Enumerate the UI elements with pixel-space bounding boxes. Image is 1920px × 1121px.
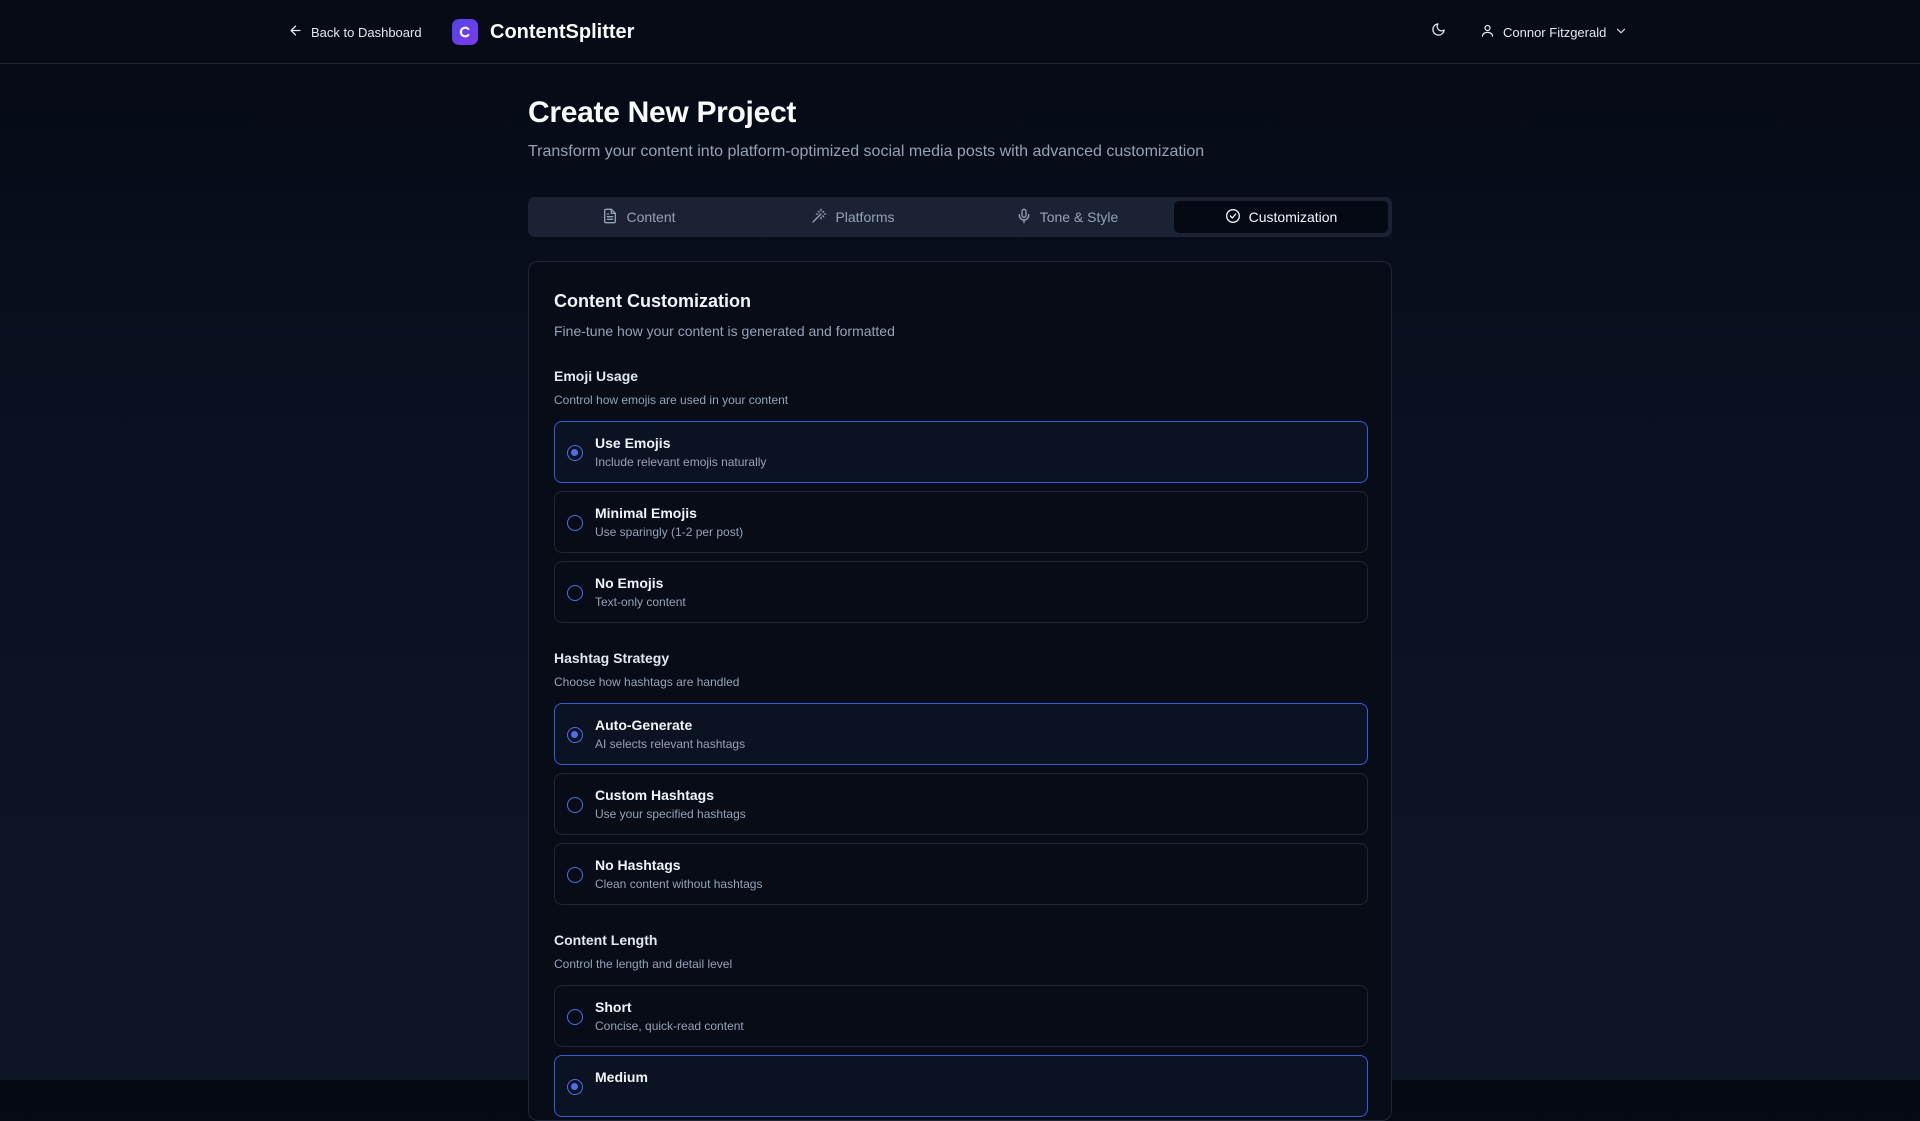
option-label: No Emojis xyxy=(595,575,664,591)
option-no-hashtags[interactable]: No Hashtags Clean content without hashta… xyxy=(554,843,1368,905)
tab-platforms-label: Platforms xyxy=(835,209,895,225)
moon-icon xyxy=(1431,22,1446,42)
option-description: Text-only content xyxy=(595,595,686,609)
radio-button[interactable] xyxy=(567,727,583,743)
option-description: Concise, quick-read content xyxy=(595,1019,744,1033)
option-label: Short xyxy=(595,999,632,1015)
tab-tone-style-label: Tone & Style xyxy=(1039,209,1119,225)
option-description: Use your specified hashtags xyxy=(595,807,746,821)
back-to-dashboard-label: Back to Dashboard xyxy=(311,24,422,40)
content-length-help: Control the length and detail level xyxy=(554,957,733,971)
tab-tone-style[interactable]: Tone & Style xyxy=(960,201,1174,233)
radio-button[interactable] xyxy=(567,445,583,461)
arrow-left-icon xyxy=(288,23,303,41)
option-description: Use sparingly (1-2 per post) xyxy=(595,525,744,539)
tab-customization[interactable]: Customization xyxy=(1174,201,1388,233)
card-title: Content Customization xyxy=(554,291,751,311)
user-icon xyxy=(1480,23,1495,41)
option-label: Custom Hashtags xyxy=(595,787,715,803)
radio-button[interactable] xyxy=(567,1079,583,1095)
option-custom-hashtags[interactable]: Custom Hashtags Use your specified hasht… xyxy=(554,773,1368,835)
emoji-usage-help: Control how emojis are used in your cont… xyxy=(554,393,789,407)
option-description: AI selects relevant hashtags xyxy=(595,737,746,751)
option-description: Clean content without hashtags xyxy=(595,877,763,891)
option-label: No Hashtags xyxy=(595,857,681,873)
wand-icon xyxy=(811,208,827,227)
option-label: Medium xyxy=(595,1069,648,1085)
brand-logo-icon xyxy=(452,19,478,45)
chevron-down-icon xyxy=(1614,24,1628,41)
mic-icon xyxy=(1016,208,1032,227)
radio-button[interactable] xyxy=(567,515,583,531)
back-to-dashboard-link[interactable]: Back to Dashboard xyxy=(288,20,422,44)
document-icon xyxy=(602,208,618,227)
customization-card: Content Customization Fine-tune how your… xyxy=(528,261,1392,1121)
option-use-emojis[interactable]: Use Emojis Include relevant emojis natur… xyxy=(554,421,1368,483)
option-description: Include relevant emojis naturally xyxy=(595,455,767,469)
project-tabs: Content Platforms Tone & Style Customiza… xyxy=(528,197,1392,237)
radio-button[interactable] xyxy=(567,867,583,883)
option-auto-generate[interactable]: Auto-Generate AI selects relevant hashta… xyxy=(554,703,1368,765)
option-label: Auto-Generate xyxy=(595,717,693,733)
page-title: Create New Project xyxy=(528,96,797,129)
card-description: Fine-tune how your content is generated … xyxy=(554,323,895,339)
option-no-emojis[interactable]: No Emojis Text-only content xyxy=(554,561,1368,623)
option-label: Minimal Emojis xyxy=(595,505,697,521)
hashtag-strategy-label: Hashtag Strategy xyxy=(554,650,670,666)
option-label: Use Emojis xyxy=(595,435,671,451)
option-short[interactable]: Short Concise, quick-read content xyxy=(554,985,1368,1047)
hashtag-strategy-help: Choose how hashtags are handled xyxy=(554,675,740,689)
brand-name: ContentSplitter xyxy=(490,20,635,43)
tab-platforms[interactable]: Platforms xyxy=(746,201,960,233)
brand[interactable]: ContentSplitter xyxy=(452,18,634,46)
option-medium[interactable]: Medium xyxy=(554,1055,1368,1117)
radio-button[interactable] xyxy=(567,797,583,813)
top-bar: Back to Dashboard ContentSplitter Connor… xyxy=(0,0,1920,64)
theme-toggle-button[interactable] xyxy=(1426,20,1450,44)
user-menu-button[interactable]: Connor Fitzgerald xyxy=(1480,18,1628,46)
radio-button[interactable] xyxy=(567,585,583,601)
check-circle-icon xyxy=(1225,208,1241,227)
user-name: Connor Fitzgerald xyxy=(1503,24,1607,40)
page-subtitle: Transform your content into platform-opt… xyxy=(528,143,1205,160)
content-length-label: Content Length xyxy=(554,932,658,948)
tab-content-label: Content xyxy=(626,209,676,225)
tab-customization-label: Customization xyxy=(1248,209,1338,225)
radio-button[interactable] xyxy=(567,1009,583,1025)
option-minimal-emojis[interactable]: Minimal Emojis Use sparingly (1-2 per po… xyxy=(554,491,1368,553)
tab-content[interactable]: Content xyxy=(532,201,746,233)
emoji-usage-label: Emoji Usage xyxy=(554,368,639,384)
